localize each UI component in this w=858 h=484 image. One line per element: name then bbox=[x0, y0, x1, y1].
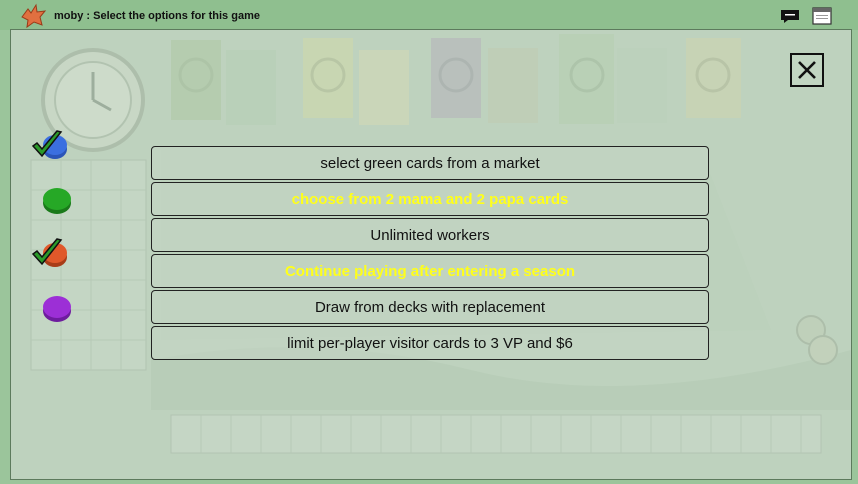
option-continue-playing[interactable]: Continue playing after entering a season bbox=[151, 254, 709, 288]
chat-icon[interactable] bbox=[780, 9, 800, 23]
option-mama-papa-cards[interactable]: choose from 2 mama and 2 papa cards bbox=[151, 182, 709, 216]
bird-icon[interactable] bbox=[18, 3, 48, 29]
options-dialog: select green cards from a market choose … bbox=[10, 29, 852, 480]
player-orange-token bbox=[31, 238, 67, 267]
player-green-token bbox=[43, 188, 71, 214]
option-limit-visitor-cards[interactable]: limit per-player visitor cards to 3 VP a… bbox=[151, 326, 709, 360]
option-draw-with-replacement[interactable]: Draw from decks with replacement bbox=[151, 290, 709, 324]
option-unlimited-workers[interactable]: Unlimited workers bbox=[151, 218, 709, 252]
close-icon bbox=[798, 61, 816, 79]
window-icon[interactable] bbox=[812, 7, 832, 25]
player-purple-token bbox=[43, 296, 71, 322]
close-button[interactable] bbox=[790, 53, 824, 87]
option-green-cards-market[interactable]: select green cards from a market bbox=[151, 146, 709, 180]
player-blue-token bbox=[31, 130, 67, 159]
window-title: moby : Select the options for this game bbox=[54, 10, 260, 22]
title-bar: moby : Select the options for this game bbox=[0, 0, 858, 30]
